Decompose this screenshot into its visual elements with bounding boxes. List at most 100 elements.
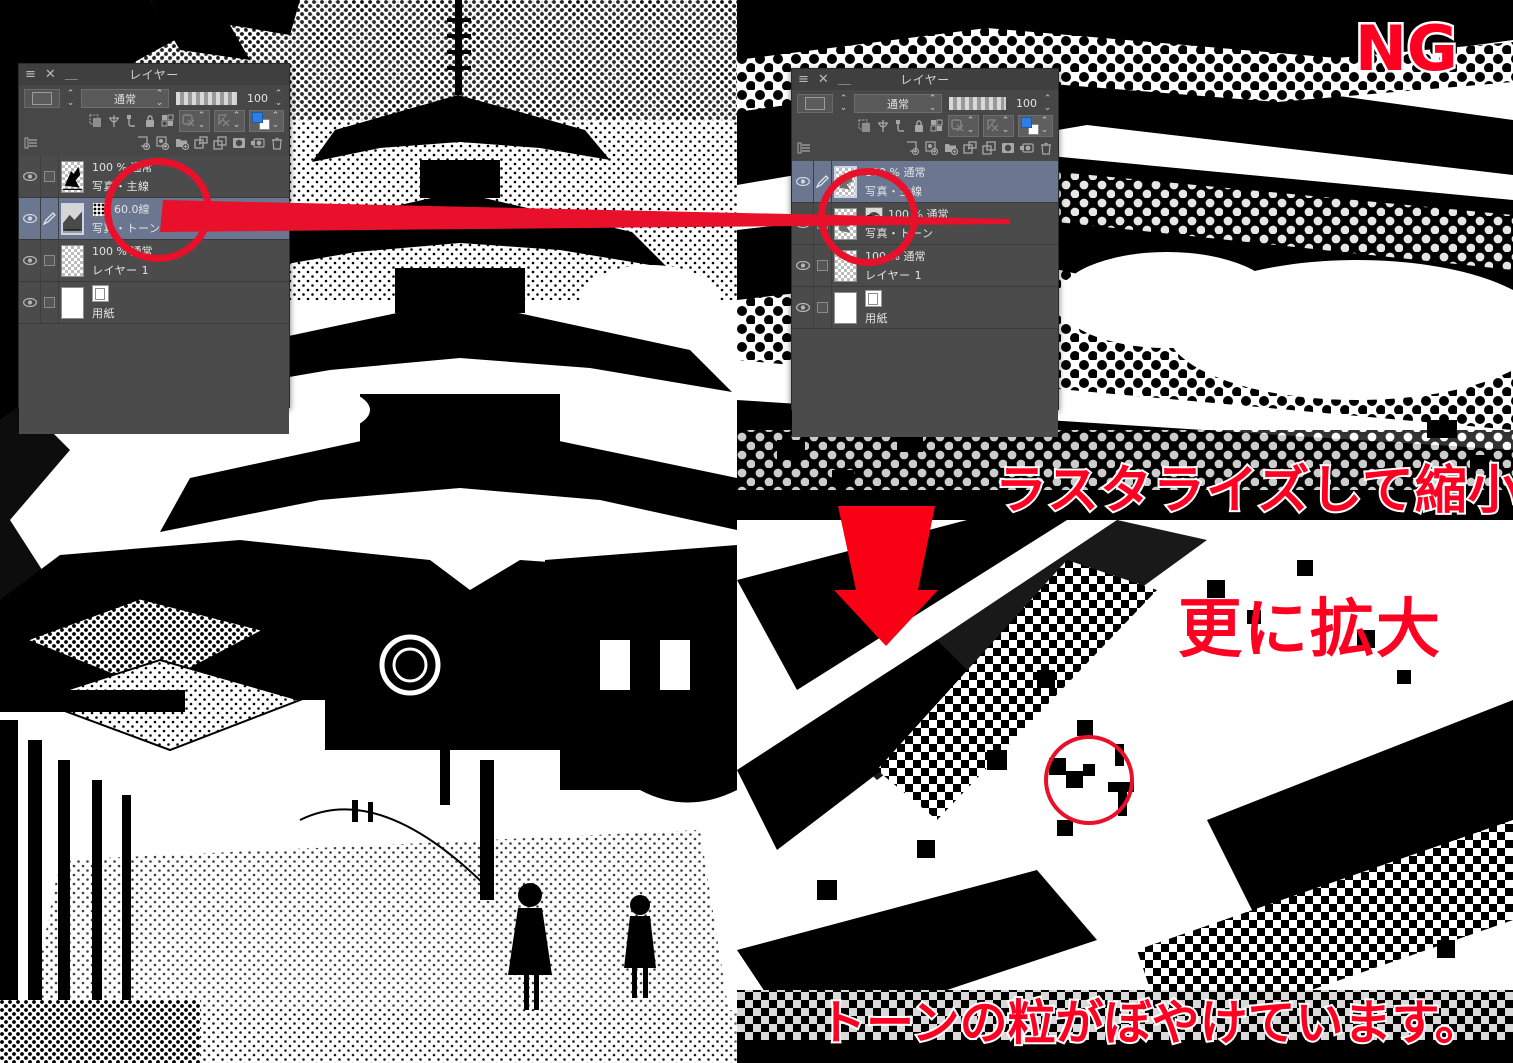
layer-thumbnail	[61, 160, 84, 193]
lock-transparent-pixels-icon[interactable]	[930, 119, 944, 133]
palette-toolbar-row-1[interactable]: ⌃ ⌄ ⌃ ⌄ ⌃ ⌄	[19, 109, 289, 133]
layer-thumbnail-cell[interactable]	[59, 240, 85, 281]
layer-property-icon[interactable]	[251, 136, 265, 150]
menu-hamburger-icon[interactable]: ≡	[798, 73, 809, 86]
new-tone-layer-icon[interactable]	[156, 136, 170, 150]
layer-list-icon[interactable]	[797, 141, 811, 155]
new-raster-layer-icon[interactable]	[906, 141, 920, 155]
select-layer-icon[interactable]	[951, 118, 965, 133]
draw-color-icon[interactable]	[1021, 116, 1039, 135]
minimize-icon[interactable]: ＿	[838, 73, 851, 86]
table-row[interactable]: 用紙	[792, 287, 1058, 329]
new-raster-layer-icon[interactable]	[137, 136, 151, 150]
delete-layer-icon[interactable]	[1039, 141, 1053, 155]
layer-color-combo[interactable]	[24, 89, 60, 108]
layer-visibility-toggle[interactable]	[19, 282, 41, 323]
close-icon[interactable]: ✕	[45, 68, 56, 81]
layer-color-chevron-icon[interactable]: ⌃ ⌄	[838, 94, 849, 113]
ruler-visibility-combo[interactable]: ⌃ ⌄	[214, 109, 245, 132]
combine-down-icon[interactable]	[982, 141, 996, 155]
draw-color-chevron-icon[interactable]: ⌃ ⌄	[270, 111, 281, 130]
palette-toolbar-row-2[interactable]	[792, 138, 1058, 161]
select-layer-combo[interactable]: ⌃ ⌄	[179, 109, 210, 132]
palette-toolbar-row-2[interactable]	[19, 133, 289, 156]
draw-color-icon[interactable]	[252, 111, 270, 130]
select-layer-chevron-icon[interactable]: ⌃ ⌄	[196, 111, 207, 130]
select-layer-chevron-icon[interactable]: ⌃ ⌄	[965, 116, 976, 135]
draw-color-chevron-icon[interactable]: ⌃ ⌄	[1039, 116, 1050, 135]
opacity-slider[interactable]	[176, 92, 237, 105]
layer-thumbnail-cell[interactable]	[59, 156, 85, 197]
layer-mask-icon[interactable]	[107, 114, 121, 128]
draw-color-combo[interactable]: ⌃ ⌄	[249, 109, 284, 132]
reference-layer-icon[interactable]	[125, 114, 139, 128]
layer-lock-box[interactable]	[817, 260, 828, 271]
layer-visibility-toggle[interactable]	[792, 287, 814, 328]
blend-mode-chevron-icon[interactable]: ⌃ ⌄	[927, 94, 938, 113]
ruler-visibility-icon[interactable]	[986, 118, 1000, 133]
lock-layer-icon[interactable]	[912, 119, 926, 133]
blend-mode-combo[interactable]: 通常 ⌃ ⌄	[81, 89, 169, 108]
lock-transparent-pixels-icon[interactable]	[161, 114, 175, 128]
layer-list-icon[interactable]	[24, 136, 38, 150]
layer-lock-box[interactable]	[44, 171, 55, 182]
layer-visibility-toggle[interactable]	[792, 161, 814, 202]
transfer-down-icon[interactable]	[963, 141, 977, 155]
draw-color-combo[interactable]: ⌃ ⌄	[1018, 114, 1053, 137]
palette-title-bar[interactable]: ≡ ✕ ＿ レイヤー	[792, 69, 1058, 90]
blend-mode-combo[interactable]: 通常 ⌃ ⌄	[854, 94, 942, 113]
palette-blend-row[interactable]: ⌃ ⌄ 通常 ⌃ ⌄ 100 ⌃ ⌄	[19, 85, 289, 110]
layer-edit-marker	[41, 156, 59, 197]
opacity-stepper[interactable]: ⌃ ⌄	[1042, 94, 1053, 113]
layer-color-combo[interactable]	[797, 94, 833, 113]
palette-toolbar-row-1[interactable]: ⌃ ⌄ ⌃ ⌄ ⌃ ⌄	[792, 114, 1058, 138]
close-icon[interactable]: ✕	[818, 73, 829, 86]
combine-down-icon[interactable]	[213, 136, 227, 150]
ruler-visibility-chevron-icon[interactable]: ⌃ ⌄	[231, 111, 242, 130]
layer-lock-box[interactable]	[817, 302, 828, 313]
rasterize-shrink-caption: ラスタライズして縮小	[993, 459, 1513, 523]
layer-visibility-toggle[interactable]	[792, 203, 814, 244]
layer-mask-create-icon[interactable]	[232, 136, 246, 150]
layer-thumbnail-cell[interactable]	[832, 287, 858, 328]
layer-property-icon[interactable]	[1020, 141, 1034, 155]
transfer-down-icon[interactable]	[194, 136, 208, 150]
palette-title-bar[interactable]: ≡ ✕ ＿ レイヤー	[19, 64, 289, 85]
ruler-visibility-chevron-icon[interactable]: ⌃ ⌄	[1000, 116, 1011, 135]
blend-mode-chevron-icon[interactable]: ⌃ ⌄	[154, 89, 165, 108]
ruler-visibility-icon[interactable]	[217, 113, 231, 128]
select-layer-combo[interactable]: ⌃ ⌄	[948, 114, 979, 137]
clip-to-layer-below-icon[interactable]	[858, 119, 872, 133]
select-layer-icon[interactable]	[182, 113, 196, 128]
layer-color-chevron-icon[interactable]: ⌃ ⌄	[65, 89, 76, 108]
layer-lock-box[interactable]	[44, 297, 55, 308]
opacity-slider[interactable]	[949, 97, 1006, 110]
clip-to-layer-below-icon[interactable]	[89, 114, 103, 128]
palette-blend-row[interactable]: ⌃ ⌄ 通常 ⌃ ⌄ 100 ⌃ ⌄	[792, 90, 1058, 115]
opacity-stepper[interactable]: ⌃ ⌄	[273, 89, 284, 108]
layer-name: レイヤー 1	[865, 269, 923, 282]
minimize-icon[interactable]: ＿	[65, 68, 78, 81]
new-folder-icon[interactable]	[944, 141, 958, 155]
ruler-visibility-combo[interactable]: ⌃ ⌄	[983, 114, 1014, 137]
layer-visibility-toggle[interactable]	[792, 245, 814, 286]
table-row[interactable]: 用紙	[19, 282, 289, 324]
new-folder-icon[interactable]	[175, 136, 189, 150]
lock-layer-icon[interactable]	[143, 114, 157, 128]
layer-thumbnail-cell[interactable]	[59, 198, 85, 239]
layer-mask-icon[interactable]	[876, 119, 890, 133]
delete-layer-icon[interactable]	[270, 136, 284, 150]
layer-mask-create-icon[interactable]	[1001, 141, 1015, 155]
layer-name: レイヤー 1	[92, 264, 150, 277]
layer-visibility-toggle[interactable]	[19, 240, 41, 281]
layer-thumbnail	[61, 286, 84, 319]
highlight-circle-blurred-dots	[1044, 735, 1134, 825]
bottom-caption: トーンの粒がぼやけています。	[816, 993, 1485, 1053]
layer-thumbnail-cell[interactable]	[59, 282, 85, 323]
menu-hamburger-icon[interactable]: ≡	[25, 68, 36, 81]
new-tone-layer-icon[interactable]	[925, 141, 939, 155]
layer-visibility-toggle[interactable]	[19, 198, 41, 239]
reference-layer-icon[interactable]	[894, 119, 908, 133]
layer-lock-box[interactable]	[44, 255, 55, 266]
layer-visibility-toggle[interactable]	[19, 156, 41, 197]
